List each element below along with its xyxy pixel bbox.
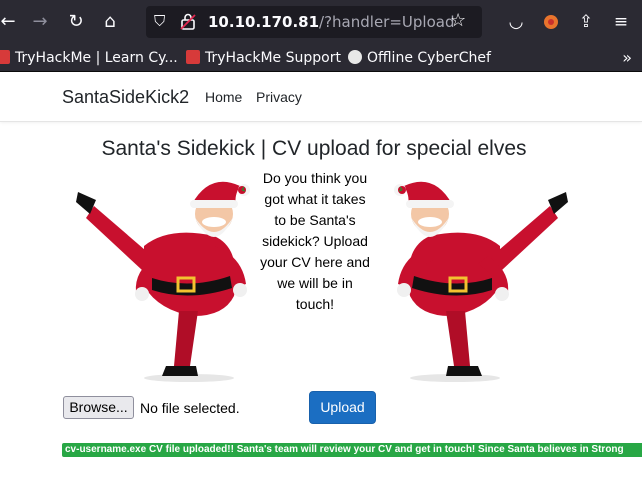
file-status-text: No file selected. xyxy=(140,400,240,416)
bookmark-label: Offline CyberChef xyxy=(367,50,491,66)
extension-icon[interactable] xyxy=(540,11,562,33)
site-brand[interactable]: SantaSideKick2 xyxy=(62,86,189,108)
shield-icon[interactable]: ⛉ xyxy=(154,13,168,30)
intro-text: Do you think you got what it takes to be… xyxy=(260,170,370,312)
share-icon[interactable]: ⇪ xyxy=(575,11,597,33)
bookmark-label: TryHackMe Support xyxy=(205,50,341,66)
bookmark-star-icon[interactable]: ☆ xyxy=(450,11,466,31)
browse-file-button[interactable]: Browse... xyxy=(63,396,134,419)
pocket-icon[interactable]: ◡ xyxy=(505,11,527,33)
menu-icon[interactable]: ≡ xyxy=(610,11,632,33)
url-host: 10.10.170.81 xyxy=(208,13,320,31)
forward-arrow-icon[interactable]: → xyxy=(28,10,52,34)
bookmark-tryhackme-learn[interactable]: TryHackMe | Learn Cy... xyxy=(0,49,178,67)
nav-link-privacy[interactable]: Privacy xyxy=(256,88,302,106)
nav-link-home[interactable]: Home xyxy=(205,88,242,106)
browser-toolbar: ← → ↻ ⌂ ⛉ 10.10.170.81/?handler=Upload ☆… xyxy=(0,0,642,44)
url-path: /?handler=Upload xyxy=(319,13,455,31)
bookmark-label: TryHackMe | Learn Cy... xyxy=(15,50,178,66)
back-arrow-icon[interactable]: ← xyxy=(0,10,20,34)
tryhackme-icon xyxy=(186,50,200,64)
bookmarks-bar: TryHackMe | Learn Cy... TryHackMe Suppor… xyxy=(0,44,642,72)
reload-icon[interactable]: ↻ xyxy=(64,10,88,34)
address-bar[interactable]: ⛉ 10.10.170.81/?handler=Upload ☆ xyxy=(146,6,482,38)
upload-success-alert: cv-username.exe CV file uploaded!! Santa… xyxy=(62,443,642,457)
chef-hat-icon xyxy=(348,50,362,64)
home-icon[interactable]: ⌂ xyxy=(98,10,122,34)
bookmark-cyberchef[interactable]: Offline CyberChef xyxy=(348,49,491,67)
bookmark-tryhackme-support[interactable]: TryHackMe Support xyxy=(186,49,341,67)
page-title: Santa's Sidekick | CV upload for special… xyxy=(101,137,527,160)
chevron-right-double-icon[interactable]: » xyxy=(622,48,632,67)
url-text[interactable]: 10.10.170.81/?handler=Upload xyxy=(208,13,454,31)
site-navbar: SantaSideKick2 Home Privacy xyxy=(0,72,642,122)
lock-insecure-icon[interactable] xyxy=(180,12,196,30)
santa-image-right xyxy=(394,181,568,382)
santa-image-left xyxy=(76,181,250,382)
tryhackme-icon xyxy=(0,50,10,64)
upload-button[interactable]: Upload xyxy=(309,391,376,424)
